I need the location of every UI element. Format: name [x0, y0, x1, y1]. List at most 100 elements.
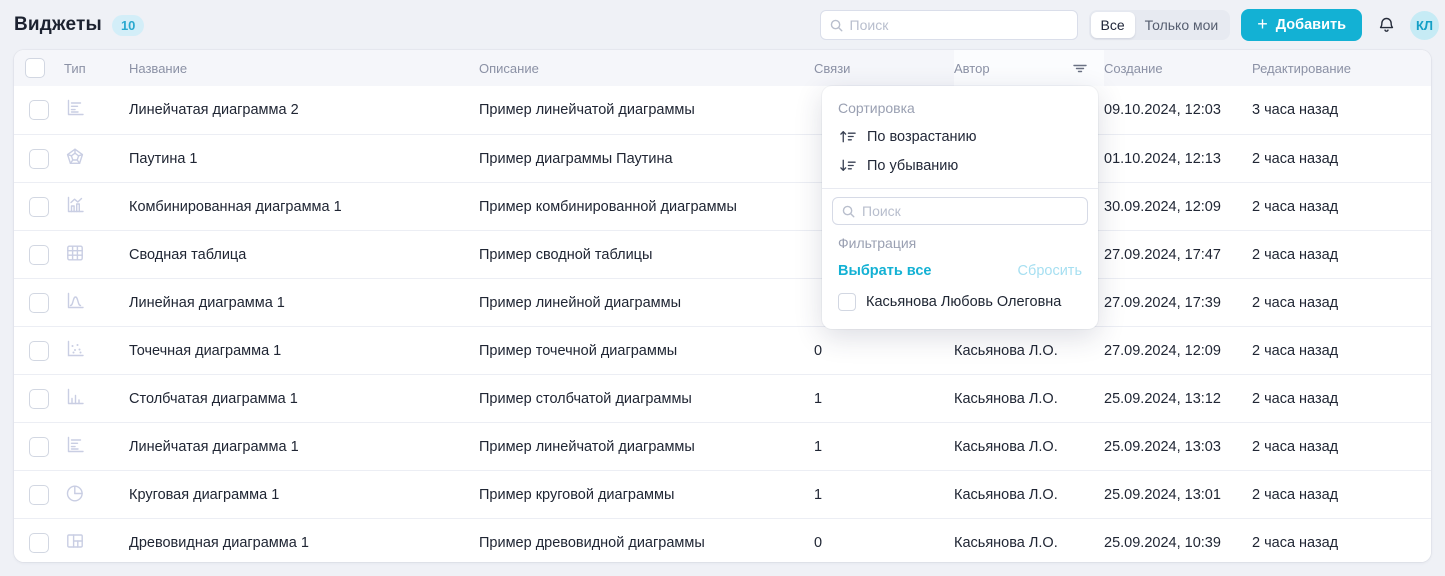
widget-description: Пример линейчатой диаграммы [479, 438, 695, 455]
widget-created-at: 09.10.2024, 12:03 [1104, 102, 1221, 118]
widget-description: Пример сводной таблицы [479, 246, 653, 263]
sort-ascending-label: По возрастанию [867, 128, 977, 145]
table-header-row: Тип Название Описание Связи Автор Создан… [14, 50, 1431, 86]
widget-author: Касьянова Л.О. [954, 390, 1058, 407]
table-row[interactable]: Комбинированная диаграмма 1 Пример комби… [14, 182, 1431, 230]
widget-name: Линейчатая диаграмма 2 [129, 102, 299, 118]
sort-ascending-icon [838, 128, 857, 145]
filter-option-label: Касьянова Любовь Олеговна [866, 294, 1062, 310]
row-checkbox[interactable] [29, 532, 49, 553]
widget-created-at: 27.09.2024, 17:39 [1104, 294, 1221, 311]
column-header-type[interactable]: Тип [64, 61, 129, 76]
search-icon [841, 204, 856, 219]
widget-description: Пример столбчатой диаграммы [479, 390, 692, 407]
row-checkbox[interactable] [29, 148, 49, 169]
reset-link[interactable]: Сбросить [1018, 263, 1082, 279]
radar-chart-icon [64, 146, 86, 168]
table-row[interactable]: Древовидная диаграмма 1 Пример древовидн… [14, 518, 1431, 562]
select-all-link[interactable]: Выбрать все [838, 263, 931, 279]
widget-name: Линейная диаграмма 1 [129, 294, 285, 311]
scope-segmented-control: Все Только мои [1088, 10, 1231, 40]
widget-name: Сводная таблица [129, 246, 247, 263]
column-header-description[interactable]: Описание [479, 61, 814, 76]
row-checkbox[interactable] [29, 292, 49, 313]
page-title: Виджеты [14, 14, 102, 35]
widget-edited-at: 2 часа назад [1252, 438, 1339, 455]
widget-edited-at: 2 часа назад [1252, 342, 1339, 359]
widget-links-count: 1 [814, 390, 823, 407]
treemap-chart-icon [64, 530, 86, 552]
widget-edited-at: 2 часа назад [1252, 486, 1339, 503]
column-header-edited[interactable]: Редактирование [1252, 61, 1431, 76]
widget-name: Древовидная диаграмма 1 [129, 534, 309, 551]
table-row[interactable]: Линейная диаграмма 1 Пример линейной диа… [14, 278, 1431, 326]
widget-edited-at: 2 часа назад [1252, 390, 1339, 407]
filter-search-input[interactable] [862, 203, 1079, 219]
sort-descending-label: По убыванию [867, 157, 959, 174]
row-checkbox[interactable] [29, 484, 49, 505]
widget-description: Пример круговой диаграммы [479, 486, 675, 503]
global-search[interactable] [819, 10, 1078, 40]
widget-edited-at: 2 часа назад [1252, 198, 1339, 215]
notifications-bell-icon[interactable] [1373, 12, 1399, 38]
widget-created-at: 01.10.2024, 12:13 [1104, 150, 1221, 167]
widget-author: Касьянова Л.О. [954, 486, 1058, 503]
author-header-label: Автор [954, 60, 990, 76]
table-row[interactable]: Линейчатая диаграмма 2 Пример линейчатой… [14, 86, 1431, 134]
row-checkbox[interactable] [29, 244, 49, 265]
count-badge: 10 [111, 14, 145, 36]
user-avatar[interactable]: КЛ [1410, 10, 1439, 40]
bar-vertical-chart-icon [64, 386, 86, 408]
search-icon [829, 18, 844, 33]
row-checkbox[interactable] [29, 340, 49, 361]
column-header-links[interactable]: Связи [814, 61, 954, 76]
widget-description: Пример точечной диаграммы [479, 342, 678, 359]
row-checkbox[interactable] [29, 388, 49, 409]
table-row[interactable]: Столбчатая диаграмма 1 Пример столбчатой… [14, 374, 1431, 422]
column-header-name[interactable]: Название [129, 61, 479, 76]
widget-edited-at: 2 часа назад [1252, 246, 1339, 263]
scatter-chart-icon [64, 338, 86, 360]
filter-search[interactable] [832, 197, 1088, 225]
popover-divider [822, 188, 1098, 189]
column-header-created[interactable]: Создание [1104, 61, 1252, 76]
widget-created-at: 25.09.2024, 10:39 [1104, 534, 1221, 551]
row-checkbox[interactable] [29, 196, 49, 217]
segment-all-button[interactable]: Все [1090, 12, 1135, 38]
widgets-page: Виджеты 10 Все Только мои + Добавить КЛ … [0, 0, 1445, 576]
segment-only-mine-button[interactable]: Только мои [1135, 12, 1229, 38]
widget-author: Касьянова Л.О. [954, 534, 1058, 551]
pie-chart-icon [64, 482, 86, 504]
widget-author: Касьянова Л.О. [954, 438, 1058, 455]
table-row[interactable]: Точечная диаграмма 1 Пример точечной диа… [14, 326, 1431, 374]
widget-created-at: 25.09.2024, 13:03 [1104, 438, 1221, 455]
table-row[interactable]: Сводная таблица Пример сводной таблицы 2… [14, 230, 1431, 278]
widget-created-at: 27.09.2024, 17:47 [1104, 246, 1221, 263]
topbar: Виджеты 10 Все Только мои + Добавить КЛ [0, 0, 1445, 50]
filter-option-author[interactable]: Касьянова Любовь Олеговна [822, 289, 1098, 315]
table-row[interactable]: Паутина 1 Пример диаграммы Паутина 01.10… [14, 134, 1431, 182]
search-input[interactable] [849, 17, 1069, 33]
table-row[interactable]: Линейчатая диаграмма 1 Пример линейчатой… [14, 422, 1431, 470]
column-header-author[interactable]: Автор [954, 50, 1104, 86]
filter-option-checkbox[interactable] [838, 293, 856, 311]
sort-section-label: Сортировка [838, 100, 915, 116]
filter-icon[interactable] [1072, 61, 1088, 75]
plus-icon: + [1257, 14, 1268, 34]
row-checkbox[interactable] [29, 436, 49, 457]
widget-created-at: 25.09.2024, 13:12 [1104, 390, 1221, 407]
row-checkbox[interactable] [29, 100, 49, 120]
widget-created-at: 25.09.2024, 13:01 [1104, 486, 1221, 503]
widget-links-count: 0 [814, 342, 823, 359]
widget-description: Пример линейчатой диаграммы [479, 102, 695, 118]
table-row[interactable]: Круговая диаграмма 1 Пример круговой диа… [14, 470, 1431, 518]
select-all-checkbox[interactable] [25, 58, 45, 78]
widget-edited-at: 2 часа назад [1252, 150, 1339, 167]
add-widget-button[interactable]: + Добавить [1241, 9, 1362, 41]
widget-links-count: 1 [814, 438, 823, 455]
sort-descending-option[interactable]: По убыванию [822, 151, 1098, 180]
widget-description: Пример диаграммы Паутина [479, 150, 673, 167]
widget-name: Паутина 1 [129, 150, 198, 167]
widget-description: Пример линейной диаграммы [479, 294, 682, 311]
sort-ascending-option[interactable]: По возрастанию [822, 122, 1098, 151]
